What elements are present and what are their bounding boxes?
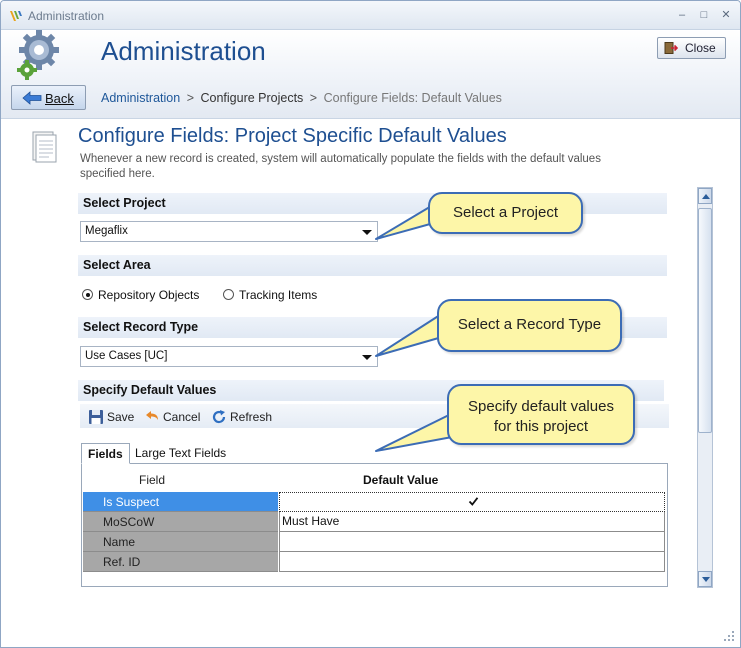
project-select[interactable]: Megaflix xyxy=(80,221,378,242)
record-type-select[interactable]: Use Cases [UC] xyxy=(80,346,378,367)
app-title: Administration xyxy=(101,36,266,66)
callout-specify-defaults: Specify default values for this project xyxy=(447,384,635,445)
default-value-cell[interactable] xyxy=(279,552,665,572)
defaults-grid: Field Default Value Is Suspect MoSCoW Mu… xyxy=(81,463,668,587)
project-select-value: Megaflix xyxy=(85,225,128,237)
page-description: Whenever a new record is created, system… xyxy=(80,153,601,180)
grid-header: Field Default Value xyxy=(82,464,667,491)
minimize-button[interactable]: – xyxy=(673,7,691,23)
cancel-label: Cancel xyxy=(163,410,201,424)
window-close-button[interactable]: ✕ xyxy=(717,7,735,23)
save-disk-icon xyxy=(89,410,103,424)
default-value-cell[interactable] xyxy=(279,492,665,512)
scroll-down-button[interactable] xyxy=(698,571,712,587)
default-value-cell[interactable]: Must Have xyxy=(279,512,665,532)
callout-text: for this project xyxy=(493,418,589,435)
record-type-select-value: Use Cases [UC] xyxy=(85,350,168,362)
scroll-up-icon xyxy=(702,194,710,199)
callout-text: Specify default values xyxy=(468,398,614,415)
scroll-thumb[interactable] xyxy=(698,208,712,433)
breadcrumb-separator: > xyxy=(309,91,318,105)
radio-unselected-icon xyxy=(223,289,234,300)
close-button[interactable]: Close xyxy=(657,37,726,59)
callout-select-record-type: Select a Record Type xyxy=(437,299,622,352)
column-header-default-value[interactable]: Default Value xyxy=(363,473,438,487)
section-select-area: Select Area xyxy=(78,255,667,276)
table-row[interactable]: Name xyxy=(83,532,666,552)
header: Administration Close Back Administration… xyxy=(1,30,740,119)
radio-selected-icon xyxy=(82,289,93,300)
admin-window: Administration – □ ✕ Administration Clos… xyxy=(0,0,741,648)
undo-arrow-icon xyxy=(146,411,158,420)
scroll-down-icon xyxy=(702,577,710,582)
resize-grip-icon[interactable] xyxy=(723,630,735,642)
exit-door-icon xyxy=(664,42,678,54)
table-row[interactable]: Is Suspect xyxy=(83,492,666,512)
checkbox-checked-icon[interactable] xyxy=(468,496,479,507)
app-logo-icon xyxy=(10,11,22,21)
breadcrumb: Administration > Configure Projects > Co… xyxy=(101,91,502,105)
radio-repository-objects[interactable]: Repository Objects xyxy=(82,288,199,302)
page-title: Configure Fields: Project Specific Defau… xyxy=(78,125,507,147)
back-button-label: Back xyxy=(45,91,74,106)
field-name-cell[interactable]: Is Suspect xyxy=(83,492,278,512)
gears-icon xyxy=(17,30,59,80)
breadcrumb-administration[interactable]: Administration xyxy=(101,91,180,105)
default-value-cell[interactable] xyxy=(279,532,665,552)
tab-fields[interactable]: Fields xyxy=(81,443,130,464)
radio-tracking-items[interactable]: Tracking Items xyxy=(223,288,317,302)
breadcrumb-current: Configure Fields: Default Values xyxy=(323,91,502,105)
radio-label: Repository Objects xyxy=(98,288,200,302)
column-header-field[interactable]: Field xyxy=(139,473,165,487)
refresh-label: Refresh xyxy=(230,410,273,424)
field-name-cell[interactable]: Name xyxy=(83,532,278,552)
callout-text: Select a Record Type xyxy=(457,316,602,333)
refresh-icon xyxy=(212,410,226,424)
back-arrow-icon xyxy=(22,91,42,105)
save-label: Save xyxy=(107,410,135,424)
maximize-button[interactable]: □ xyxy=(695,7,713,23)
callout-select-project: Select a Project xyxy=(428,192,583,234)
window-title: Administration xyxy=(28,9,105,23)
table-row[interactable]: Ref. ID xyxy=(83,552,666,572)
vertical-scrollbar[interactable] xyxy=(697,187,713,588)
document-icon xyxy=(32,131,57,163)
breadcrumb-separator: > xyxy=(186,91,194,105)
close-button-label: Close xyxy=(685,41,716,55)
radio-label: Tracking Items xyxy=(239,288,318,302)
field-name-cell[interactable]: MoSCoW xyxy=(83,512,278,532)
scroll-up-button[interactable] xyxy=(698,188,712,204)
breadcrumb-configure-projects[interactable]: Configure Projects xyxy=(200,91,303,105)
tab-large-text-fields[interactable]: Large Text Fields xyxy=(129,443,232,464)
callout-text: Select a Project xyxy=(452,204,559,221)
field-name-cell[interactable]: Ref. ID xyxy=(83,552,278,572)
title-bar: Administration – □ ✕ xyxy=(1,1,740,30)
table-row[interactable]: MoSCoW Must Have xyxy=(83,512,666,532)
back-button[interactable]: Back xyxy=(11,85,86,110)
